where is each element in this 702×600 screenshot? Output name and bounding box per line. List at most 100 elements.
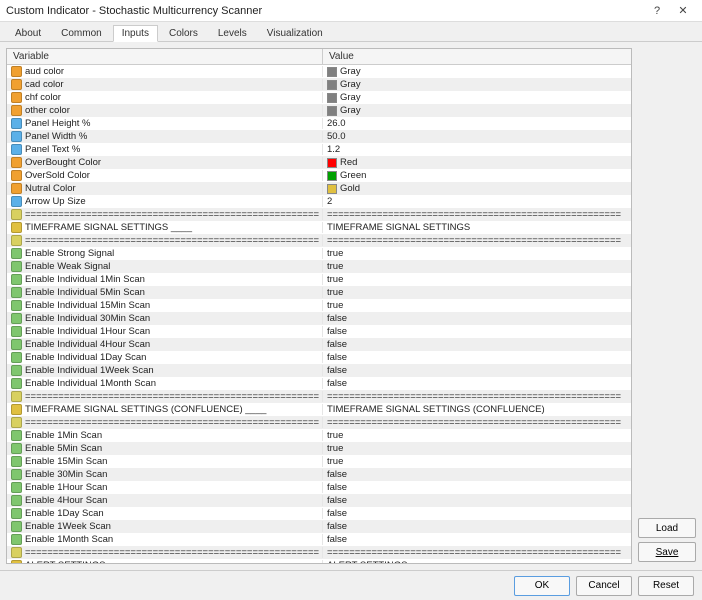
param-row[interactable]: Enable Individual 30Min Scanfalse xyxy=(7,312,631,325)
param-value-cell[interactable]: 1.2 xyxy=(323,144,631,155)
param-row[interactable]: OverBought ColorRed xyxy=(7,156,631,169)
param-value-cell[interactable]: ========================================… xyxy=(323,235,631,246)
grid-body[interactable]: aud colorGraycad colorGraychf colorGrayo… xyxy=(7,65,631,563)
param-row[interactable]: Enable 1Hour Scanfalse xyxy=(7,481,631,494)
param-value-text: ========================================… xyxy=(327,391,621,402)
param-value-cell[interactable]: 2 xyxy=(323,196,631,207)
num-type-icon xyxy=(11,144,22,155)
param-value-cell[interactable]: false xyxy=(323,352,631,363)
param-row[interactable]: Enable Individual 1Week Scanfalse xyxy=(7,364,631,377)
param-variable-label: Enable 1Week Scan xyxy=(25,521,111,532)
param-value-cell[interactable]: false xyxy=(323,378,631,389)
param-value-cell[interactable]: false xyxy=(323,365,631,376)
param-row[interactable]: ========================================… xyxy=(7,208,631,221)
param-value-cell[interactable]: Gray xyxy=(323,79,631,90)
param-row[interactable]: ========================================… xyxy=(7,390,631,403)
param-value-cell[interactable]: TIMEFRAME SIGNAL SETTINGS xyxy=(323,222,631,233)
param-row[interactable]: Enable Individual 4Hour Scanfalse xyxy=(7,338,631,351)
param-value-cell[interactable]: true xyxy=(323,261,631,272)
cancel-button[interactable]: Cancel xyxy=(576,576,632,596)
param-row[interactable]: Enable 5Min Scantrue xyxy=(7,442,631,455)
param-value-cell[interactable]: TIMEFRAME SIGNAL SETTINGS (CONFLUENCE) xyxy=(323,404,631,415)
load-button[interactable]: Load xyxy=(638,518,696,538)
param-row[interactable]: ========================================… xyxy=(7,234,631,247)
param-value-cell[interactable]: false xyxy=(323,534,631,545)
param-row[interactable]: Enable Weak Signaltrue xyxy=(7,260,631,273)
param-row[interactable]: cad colorGray xyxy=(7,78,631,91)
param-row[interactable]: other colorGray xyxy=(7,104,631,117)
param-value-cell[interactable]: 50.0 xyxy=(323,131,631,142)
param-value-cell[interactable]: Green xyxy=(323,170,631,181)
reset-button[interactable]: Reset xyxy=(638,576,694,596)
param-row[interactable]: Panel Width %50.0 xyxy=(7,130,631,143)
param-value-cell[interactable]: 26.0 xyxy=(323,118,631,129)
param-row[interactable]: Enable 1Min Scantrue xyxy=(7,429,631,442)
param-row[interactable]: Enable Individual 1Day Scanfalse xyxy=(7,351,631,364)
param-row[interactable]: ALERT SETTINGS ____ALERT SETTINGS xyxy=(7,559,631,563)
param-value-cell[interactable]: Gray xyxy=(323,105,631,116)
param-row[interactable]: Panel Text %1.2 xyxy=(7,143,631,156)
param-value-cell[interactable]: false xyxy=(323,469,631,480)
param-value-cell[interactable]: false xyxy=(323,521,631,532)
tab-visualization[interactable]: Visualization xyxy=(258,25,332,41)
param-row[interactable]: Arrow Up Size2 xyxy=(7,195,631,208)
param-value-cell[interactable]: Gray xyxy=(323,92,631,103)
param-value-cell[interactable]: ========================================… xyxy=(323,209,631,220)
param-value-cell[interactable]: true xyxy=(323,430,631,441)
param-value-cell[interactable]: ========================================… xyxy=(323,547,631,558)
param-row[interactable]: Enable 1Week Scan false xyxy=(7,520,631,533)
param-value-cell[interactable]: ========================================… xyxy=(323,417,631,428)
param-value-cell[interactable]: true xyxy=(323,274,631,285)
param-value-cell[interactable]: true xyxy=(323,287,631,298)
close-button[interactable]: ✕ xyxy=(670,4,696,17)
param-row[interactable]: Enable Individual 15Min Scantrue xyxy=(7,299,631,312)
param-value-cell[interactable]: true xyxy=(323,248,631,259)
param-value-cell[interactable]: false xyxy=(323,313,631,324)
ok-button[interactable]: OK xyxy=(514,576,570,596)
param-variable-cell: TIMEFRAME SIGNAL SETTINGS ____ xyxy=(7,222,323,233)
param-value-cell[interactable]: ========================================… xyxy=(323,391,631,402)
param-row[interactable]: TIMEFRAME SIGNAL SETTINGS ____TIMEFRAME … xyxy=(7,221,631,234)
param-row[interactable]: Enable 1Month Scanfalse xyxy=(7,533,631,546)
param-value-cell[interactable]: Red xyxy=(323,157,631,168)
param-row[interactable]: Enable 15Min Scantrue xyxy=(7,455,631,468)
param-variable-label: Enable 1Day Scan xyxy=(25,508,104,519)
color-swatch xyxy=(327,67,337,77)
param-value-cell[interactable]: false xyxy=(323,495,631,506)
param-value-cell[interactable]: true xyxy=(323,456,631,467)
param-row[interactable]: chf colorGray xyxy=(7,91,631,104)
param-row[interactable]: ========================================… xyxy=(7,546,631,559)
tab-colors[interactable]: Colors xyxy=(160,25,207,41)
param-value-cell[interactable]: true xyxy=(323,443,631,454)
param-value-cell[interactable]: Gray xyxy=(323,66,631,77)
param-variable-cell: ========================================… xyxy=(7,209,323,220)
param-value-cell[interactable]: true xyxy=(323,300,631,311)
param-value-cell[interactable]: Gold xyxy=(323,183,631,194)
param-row[interactable]: Enable Individual 1Hour Scanfalse xyxy=(7,325,631,338)
param-value-cell[interactable]: false xyxy=(323,326,631,337)
param-row[interactable]: TIMEFRAME SIGNAL SETTINGS (CONFLUENCE) _… xyxy=(7,403,631,416)
param-value-cell[interactable]: false xyxy=(323,339,631,350)
param-row[interactable]: aud colorGray xyxy=(7,65,631,78)
param-row[interactable]: Enable Strong Signaltrue xyxy=(7,247,631,260)
param-row[interactable]: Enable 30Min Scanfalse xyxy=(7,468,631,481)
param-value-cell[interactable]: false xyxy=(323,482,631,493)
param-row[interactable]: Panel Height %26.0 xyxy=(7,117,631,130)
tab-about[interactable]: About xyxy=(6,25,50,41)
param-row[interactable]: Enable Individual 5Min Scantrue xyxy=(7,286,631,299)
tab-inputs[interactable]: Inputs xyxy=(113,25,158,42)
param-row[interactable]: Nutral ColorGold xyxy=(7,182,631,195)
param-row[interactable]: Enable Individual 1Min Scantrue xyxy=(7,273,631,286)
param-row[interactable]: ========================================… xyxy=(7,416,631,429)
param-value-text: 1.2 xyxy=(327,144,340,155)
help-button[interactable]: ? xyxy=(644,5,670,17)
tab-levels[interactable]: Levels xyxy=(209,25,256,41)
param-value-cell[interactable]: ALERT SETTINGS xyxy=(323,560,631,563)
param-row[interactable]: OverSold ColorGreen xyxy=(7,169,631,182)
param-value-cell[interactable]: false xyxy=(323,508,631,519)
save-button[interactable]: Save xyxy=(638,542,696,562)
tab-common[interactable]: Common xyxy=(52,25,111,41)
param-row[interactable]: Enable 1Day Scan false xyxy=(7,507,631,520)
param-row[interactable]: Enable 4Hour Scanfalse xyxy=(7,494,631,507)
param-row[interactable]: Enable Individual 1Month Scanfalse xyxy=(7,377,631,390)
